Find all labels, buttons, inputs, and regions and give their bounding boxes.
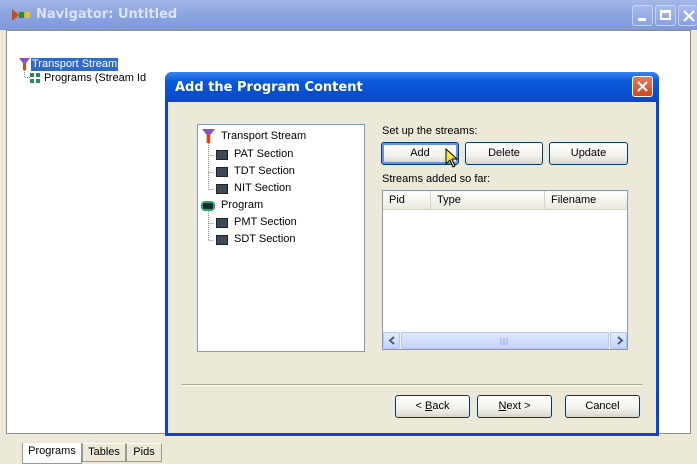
add-program-content-dialog: Add the Program Content Transport Stream… (165, 72, 659, 436)
scroll-thumb[interactable] (401, 332, 609, 349)
minimize-button[interactable] (632, 5, 653, 26)
tab-programs[interactable]: Programs (22, 443, 82, 464)
dialog-body: Transport Stream PAT Section TDT Section… (168, 102, 656, 433)
streams-added-label: Streams added so far: (382, 173, 491, 185)
tree-node-label: Transport Stream (31, 58, 119, 71)
tree-item-sdt-section[interactable]: SDT Section (234, 233, 296, 246)
tab-pids[interactable]: Pids (126, 443, 162, 462)
program-content-tree[interactable]: Transport Stream PAT Section TDT Section… (197, 124, 365, 352)
programs-icon (30, 73, 40, 83)
dialog-separator (181, 384, 643, 386)
chevron-left-icon (388, 336, 395, 345)
outer-title-bar[interactable]: Navigator: Untitled (0, 0, 697, 30)
dialog-close-button[interactable] (632, 76, 653, 97)
section-icon (216, 235, 228, 245)
tree-item-pat-section[interactable]: PAT Section (234, 148, 293, 161)
horizontal-scrollbar[interactable] (383, 332, 627, 349)
tree-node-label: Programs (Stream Id (44, 72, 147, 84)
section-icon (216, 167, 228, 177)
tree-item-transport-stream[interactable]: Transport Stream (221, 130, 306, 143)
update-button[interactable]: Update (549, 142, 628, 165)
tree-item-tdt-section[interactable]: TDT Section (234, 165, 295, 178)
maximize-icon (660, 10, 671, 20)
tree-item-pmt-section[interactable]: PMT Section (234, 216, 297, 229)
column-header-type[interactable]: Type (431, 191, 545, 209)
mouse-cursor-icon (445, 148, 459, 168)
tree-item-nit-section[interactable]: NIT Section (234, 182, 291, 195)
transport-stream-icon (202, 129, 215, 143)
close-icon (683, 10, 695, 22)
dialog-title-bar[interactable]: Add the Program Content (165, 72, 659, 102)
grip-icon (500, 338, 508, 345)
next-rest: ext > (506, 400, 531, 412)
scroll-left-button[interactable] (383, 332, 400, 349)
back-button[interactable]: < Back (395, 395, 470, 418)
delete-button[interactable]: Delete (465, 142, 543, 165)
back-rest: ack (432, 400, 450, 412)
scroll-right-button[interactable] (610, 332, 627, 349)
minimize-icon (638, 18, 646, 21)
back-prefix: < (415, 400, 425, 412)
section-icon (216, 184, 228, 194)
tab-tables[interactable]: Tables (82, 443, 126, 462)
column-header-pid[interactable]: Pid (383, 191, 431, 209)
outer-window-title: Navigator: Untitled (36, 7, 178, 22)
setup-streams-label: Set up the streams: (382, 125, 478, 137)
streams-list[interactable]: Pid Type Filename (382, 190, 628, 350)
app-icon (12, 9, 30, 21)
close-icon (637, 81, 648, 92)
program-icon (201, 201, 215, 211)
tree-item-program[interactable]: Program (221, 199, 263, 212)
section-icon (216, 218, 228, 228)
next-button[interactable]: Next > (477, 395, 552, 418)
streams-list-header: Pid Type Filename (383, 191, 627, 210)
outer-close-button[interactable] (678, 5, 697, 26)
transport-stream-icon (19, 58, 30, 70)
maximize-button[interactable] (655, 5, 676, 26)
dialog-title: Add the Program Content (175, 80, 363, 95)
column-header-filename[interactable]: Filename (545, 191, 627, 209)
chevron-right-icon (617, 336, 624, 345)
cancel-button[interactable]: Cancel (565, 395, 640, 418)
section-icon (216, 150, 228, 160)
